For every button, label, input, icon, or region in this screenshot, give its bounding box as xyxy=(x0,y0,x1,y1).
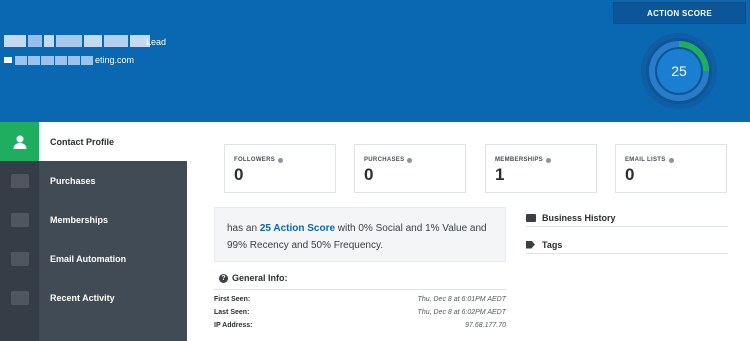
sidebar-item-contact-profile[interactable]: Contact Profile xyxy=(0,122,187,161)
stat-label: EMAIL LISTS xyxy=(625,157,666,163)
sidebar-item-label: Memberships xyxy=(50,214,109,225)
sidebar-item-label: Recent Activity xyxy=(50,292,115,303)
tags-panel[interactable]: Tags xyxy=(526,236,728,254)
stat-card-memberships: MEMBERSHIPS 1 xyxy=(485,144,597,193)
stat-card-purchases: PURCHASES 0 xyxy=(354,144,466,193)
cart-icon xyxy=(10,173,29,188)
contact-header: Lead eting.com ACTION SCORE 25 xyxy=(0,0,750,122)
envelope-icon xyxy=(10,251,29,266)
sidebar-item-label: Contact Profile xyxy=(50,136,115,147)
stat-label: PURCHASES xyxy=(364,157,405,163)
business-history-panel[interactable]: Business History xyxy=(526,209,728,227)
money-icon xyxy=(10,290,29,305)
tag-icon xyxy=(526,240,535,249)
user-icon xyxy=(13,135,26,149)
info-key: Last Seen: xyxy=(214,309,250,316)
info-key: IP Address: xyxy=(214,322,253,329)
contact-email: eting.com xyxy=(4,55,134,65)
sidebar-item-recent-activity[interactable]: Recent Activity xyxy=(0,278,187,317)
sidebar-nav: Contact Profile Purchases Memberships Em… xyxy=(0,122,187,341)
summary-prefix: has an xyxy=(227,223,260,234)
action-score-summary: has an 25 Action Score with 0% Social an… xyxy=(214,207,506,262)
info-icon[interactable] xyxy=(407,157,413,163)
stat-card-email-lists: EMAIL LISTS 0 xyxy=(615,144,727,193)
summary-score-link[interactable]: 25 Action Score xyxy=(260,223,335,234)
action-score-gauge: 25 xyxy=(640,32,718,110)
info-key: First Seen: xyxy=(214,296,251,303)
contact-name-redacted xyxy=(4,35,150,47)
action-score-value: 25 xyxy=(671,63,687,79)
info-row-ip-address: IP Address: 97.68.177.70 xyxy=(214,322,506,329)
question-icon: ? xyxy=(219,273,228,283)
info-icon[interactable] xyxy=(278,157,284,163)
stat-value: 0 xyxy=(234,165,244,184)
envelope-icon xyxy=(4,57,12,63)
sidebar-item-email-automation[interactable]: Email Automation xyxy=(0,239,187,278)
info-value: 97.68.177.70 xyxy=(465,322,506,329)
sidebar-item-label: Email Automation xyxy=(50,253,127,264)
briefcase-icon xyxy=(526,213,536,222)
sidebar-item-label: Purchases xyxy=(50,175,96,186)
graduation-cap-icon xyxy=(10,212,29,227)
info-row-last-seen: Last Seen: Thu, Dec 8 at 6:02PM AEDT xyxy=(214,309,506,316)
contact-type-label: Lead xyxy=(146,37,167,47)
divider xyxy=(214,289,506,290)
stat-value: 0 xyxy=(364,165,374,184)
stat-label: FOLLOWERS xyxy=(234,157,276,163)
panel-title: Business History xyxy=(542,212,616,223)
panel-title: Tags xyxy=(542,239,563,250)
info-value: Thu, Dec 8 at 6:02PM AEDT xyxy=(417,309,506,316)
action-score-tab[interactable]: ACTION SCORE xyxy=(613,2,746,24)
info-row-first-seen: First Seen: Thu, Dec 8 at 6:01PM AEDT xyxy=(214,296,506,303)
info-value: Thu, Dec 8 at 6:01PM AEDT xyxy=(417,296,506,303)
general-info-title: ? General Info: xyxy=(219,273,288,283)
email-suffix: eting.com xyxy=(95,55,135,65)
stat-card-followers: FOLLOWERS 0 xyxy=(224,144,336,193)
stat-label: MEMBERSHIPS xyxy=(495,157,543,163)
sidebar-icon-column xyxy=(0,317,39,341)
email-redacted xyxy=(15,55,94,65)
stat-value: 1 xyxy=(495,165,505,184)
general-info-label: General Info: xyxy=(232,273,288,283)
info-icon[interactable] xyxy=(545,157,551,163)
sidebar-item-purchases[interactable]: Purchases xyxy=(0,161,187,200)
info-icon[interactable] xyxy=(668,157,674,163)
stat-value: 0 xyxy=(625,165,635,184)
sidebar-item-memberships[interactable]: Memberships xyxy=(0,200,187,239)
